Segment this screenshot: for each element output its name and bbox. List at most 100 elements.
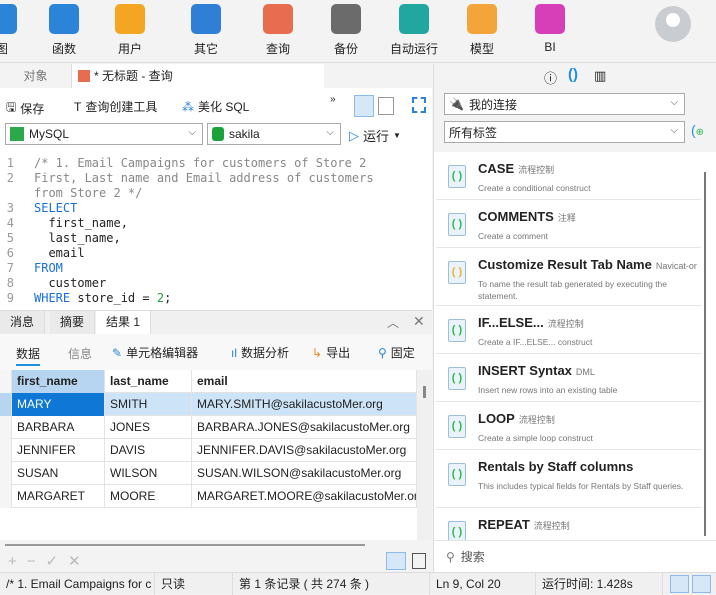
grid-header-row: first_name last_name email (0, 370, 417, 393)
snippet-item[interactable]: ( )REPEAT流程控制Create A REPEAT construct. … (436, 508, 701, 540)
row-selector[interactable] (0, 485, 12, 508)
caret-down-icon: ▼ (393, 131, 401, 140)
snippet-item[interactable]: ( ) IF...ELSE... 流程控制 Create a IF...ELSE...… (436, 306, 701, 354)
database-select[interactable]: sakila ⌵ (207, 123, 341, 145)
table-cell[interactable]: MARGARET (12, 485, 105, 508)
table-cell[interactable]: SMITH (105, 393, 192, 416)
table-cell[interactable]: JONES (105, 416, 192, 439)
tab-objects[interactable]: 对象 (0, 64, 72, 88)
row-selector[interactable] (0, 393, 12, 416)
table-cell[interactable]: MARY.SMITH@sakilacustoMer.org (192, 393, 417, 416)
left-panel-toggle[interactable] (670, 575, 689, 593)
export-button[interactable]: ↳ 导出 (312, 344, 350, 361)
result-tab[interactable]: 摘要 (50, 311, 96, 334)
table-cell[interactable]: MOORE (105, 485, 192, 508)
query-builder-button[interactable]: T 查询创建工具 (74, 98, 157, 115)
cell-editor-button[interactable]: ✎ 单元格编辑器 (112, 344, 198, 361)
tab-query[interactable]: * 无标题 - 查询 (72, 64, 324, 88)
layout-horizontal-button[interactable] (354, 95, 374, 117)
grid-view-icon[interactable] (386, 552, 406, 570)
table-cell[interactable]: JENNIFER (12, 439, 105, 462)
bi-icon (535, 4, 565, 34)
connection-select[interactable]: 🔌 我的连接 ⌵ (444, 93, 685, 115)
add-snippet-icon[interactable]: (⊕ (691, 122, 704, 138)
tab-info[interactable]: 信息 (68, 345, 92, 362)
code-text: WHERE store_id = 2; (34, 291, 171, 305)
toolbar-button-user[interactable]: 用户 (100, 4, 160, 57)
snippet-title: LOOP 流程控制 (478, 411, 555, 426)
table-row[interactable]: SUSAN WILSON SUSAN.WILSON@sakilacustoMer.o… (0, 462, 417, 485)
toolbar-button-model[interactable]: 模型 (452, 4, 512, 57)
close-icon[interactable]: ✕ (413, 313, 425, 330)
column-header[interactable]: email (192, 370, 417, 393)
user-avatar[interactable] (655, 6, 691, 42)
tab-data[interactable]: 数据 (16, 345, 41, 366)
snippet-scrollbar[interactable] (704, 172, 706, 536)
fullscreen-icon[interactable] (412, 97, 426, 113)
more-button[interactable]: » (330, 94, 336, 105)
collapse-icon[interactable]: ︿ (387, 314, 399, 331)
data-analysis-button[interactable]: ıl 数据分析 (231, 344, 289, 361)
connection-type-select[interactable]: MySQL ⌵ (5, 123, 203, 145)
snippet-item[interactable]: ( ) Customize Result Tab Name Navicat-or To… (436, 248, 701, 306)
table-cell[interactable]: SUSAN.WILSON@sakilacustoMer.org (192, 462, 417, 485)
right-panel-toggle[interactable] (692, 575, 711, 593)
pin-button[interactable]: ⚲ 固定 (378, 344, 415, 361)
toolbar-label: 函数 (51, 42, 76, 56)
snippet-item[interactable]: ( ) Rentals by Staff columns This includes… (436, 450, 701, 508)
horizontal-scrollbar[interactable] (5, 544, 365, 546)
snippet-item[interactable]: ( ) CASE 流程控制 Create a conditional construc… (436, 152, 701, 200)
table-row[interactable]: MARY SMITH MARY.SMITH@sakilacustoMer.org (0, 393, 417, 416)
info-icon[interactable]: ⓘ (544, 68, 557, 87)
chart-icon: ıl (231, 345, 237, 360)
sql-editor[interactable]: 1 /* 1. Email Campaigns for customers of … (0, 150, 432, 310)
save-button[interactable]: 🖫 保存 (6, 98, 44, 119)
snippet-title-text: COMMENTS (478, 209, 554, 224)
line-number: 6 (6, 246, 14, 260)
toolbar-button-query[interactable]: 查询 (248, 4, 308, 57)
table-cell[interactable]: BARBARA.JONES@sakilacustoMer.org (192, 416, 417, 439)
snippet-item[interactable]: ( ) LOOP 流程控制 Create a simple loop construc… (436, 402, 701, 450)
snippet-icon[interactable]: () (568, 66, 578, 83)
line-number: 9 (6, 291, 14, 305)
snippet-file-icon: ( ) (448, 213, 466, 236)
result-tab[interactable]: 结果 1 (96, 311, 152, 334)
grid-edit-controls[interactable]: +−✓✕ (8, 552, 91, 570)
table-cell[interactable]: WILSON (105, 462, 192, 485)
table-cell[interactable]: MARY (12, 393, 105, 416)
table-cell[interactable]: SUSAN (12, 462, 105, 485)
toolbar-button-tools[interactable]: 其它 (176, 4, 236, 57)
snippet-search[interactable]: ⚲ 搜索 (434, 540, 716, 572)
search-input[interactable]: 搜索 (461, 548, 485, 565)
row-selector[interactable] (0, 462, 12, 485)
toolbar-button-function[interactable]: 函数 (34, 4, 94, 57)
tag-select[interactable]: 所有标签 ⌵ (444, 121, 685, 143)
beautify-sql-button[interactable]: ⁂ 美化 SQL (182, 98, 249, 115)
column-header[interactable]: last_name (105, 370, 192, 393)
row-selector[interactable] (0, 439, 12, 462)
row-selector[interactable] (0, 370, 12, 393)
snippet-item[interactable]: ( ) COMMENTS 注释 Create a comment (436, 200, 701, 248)
toolbar-button-bi[interactable]: BI (520, 4, 580, 54)
layout-vertical-button[interactable] (378, 97, 394, 115)
snippet-item[interactable]: ( ) INSERT Syntax DML Insert new rows into … (436, 354, 701, 402)
row-selector[interactable] (0, 416, 12, 439)
table-row[interactable]: JENNIFER DAVIS JENNIFER.DAVIS@sakilacustoM… (0, 439, 417, 462)
toolbar-button-view[interactable]: 图 (0, 4, 32, 57)
beautify-label: 美化 SQL (198, 100, 250, 114)
form-view-icon[interactable] (412, 553, 426, 569)
table-row[interactable]: BARBARA JONES BARBARA.JONES@sakilacustoMer… (0, 416, 417, 439)
result-tab[interactable]: 消息 (0, 311, 46, 334)
run-button[interactable]: ▷ 运行 ▼ (349, 126, 401, 145)
table-cell[interactable]: DAVIS (105, 439, 192, 462)
table-cell[interactable]: JENNIFER.DAVIS@sakilacustoMer.org (192, 439, 417, 462)
table-cell[interactable]: MARGARET.MOORE@sakilacustoMer.org (192, 485, 417, 508)
table-cell[interactable]: BARBARA (12, 416, 105, 439)
toolbar-button-robot[interactable]: 自动运行 (384, 4, 444, 57)
column-header[interactable]: first_name (12, 370, 105, 393)
grid-panel-icon[interactable]: ▥ (594, 68, 606, 84)
snippet-title: Customize Result Tab Name Navicat-or (478, 257, 697, 272)
table-row[interactable]: MARGARET MOORE MARGARET.MOORE@sakilacustoM… (0, 485, 417, 508)
vertical-scrollbar[interactable] (417, 370, 432, 540)
toolbar-button-backup[interactable]: 备份 (316, 4, 376, 57)
